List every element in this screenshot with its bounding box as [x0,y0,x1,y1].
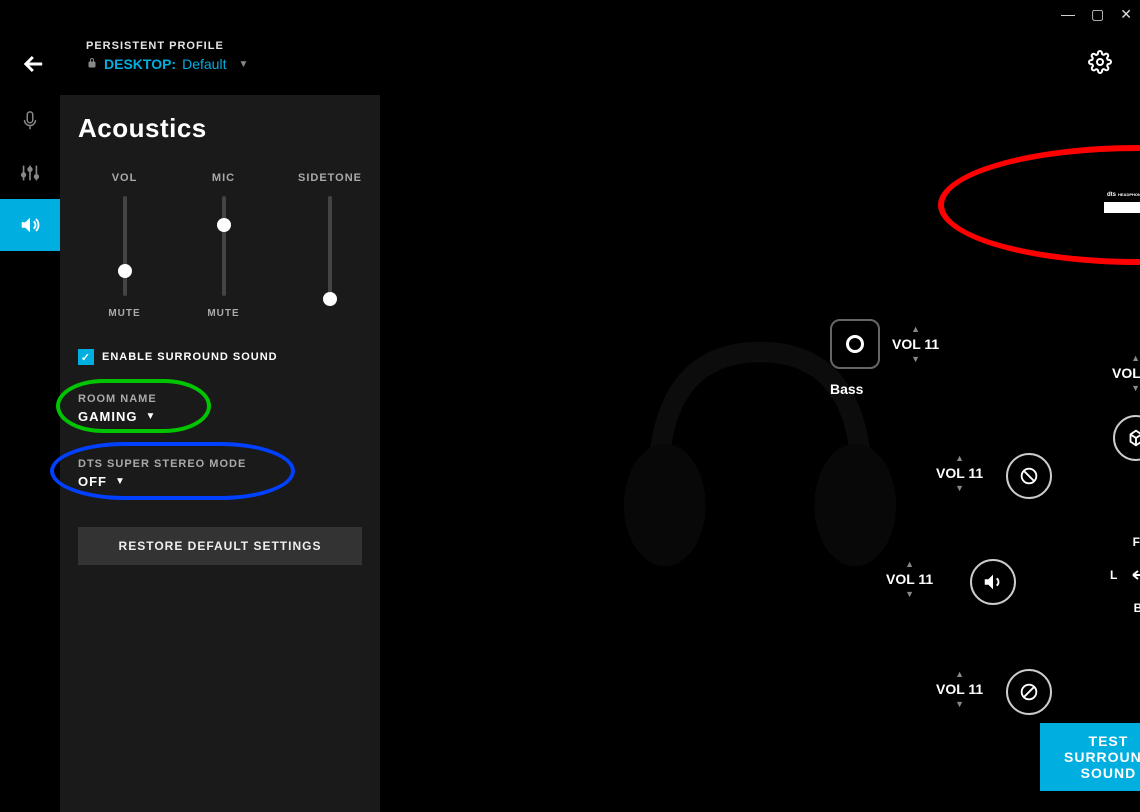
maximize-button[interactable]: ▢ [1091,6,1104,23]
minimize-button[interactable]: — [1061,6,1075,22]
l-vol-down[interactable]: ▼ [905,589,914,599]
close-button[interactable]: ✕ [1120,6,1132,23]
annotation-blue-ellipse [50,442,295,500]
desktop-label: DESKTOP: [104,56,176,72]
bass-label: Bass [830,381,863,397]
nav-microphone[interactable] [0,95,60,147]
profile-dropdown[interactable]: DESKTOP: Default ▼ [86,56,248,72]
center-vol-down[interactable]: ▼ [1131,383,1140,393]
mute-label-mic: MUTE [207,308,239,319]
compass-left-label: L [1110,568,1117,582]
profile-label: PERSISTENT PROFILE [86,40,248,52]
compass-back-label: Back [1134,601,1140,615]
slider-label-vol: VOL [112,172,138,184]
l-vol-label: VOL 11 [886,571,933,587]
desktop-value: Default [182,56,226,72]
chevron-down-icon: ▼ [115,476,126,487]
dts-mode-label: DTS SUPER STEREO MODE [78,458,362,470]
lock-icon [86,57,98,72]
rl-vol-up[interactable]: ▲ [955,669,964,679]
center-vol-label: VOL 11 [1112,365,1140,381]
compass-arrows-icon [1127,555,1140,595]
chevron-down-icon: ▼ [145,411,156,422]
bass-channel-button[interactable] [830,319,880,369]
orientation-compass: Front L R Back [1110,535,1140,615]
fl-vol-up[interactable]: ▲ [955,453,964,463]
back-button[interactable] [20,50,48,85]
nav-acoustics[interactable] [0,199,60,251]
rear-left-channel-button[interactable] [1006,669,1052,715]
dts-mode-dropdown[interactable]: OFF ▼ [78,474,362,489]
fl-vol-label: VOL 11 [936,465,983,481]
sidetone-slider[interactable] [328,196,332,296]
surround-label: ENABLE SURROUND SOUND [102,351,278,363]
center-vol-up[interactable]: ▲ [1131,353,1140,363]
front-left-channel-button[interactable] [1006,453,1052,499]
restore-defaults-button[interactable]: RESTORE DEFAULT SETTINGS [78,527,362,565]
bass-vol-up[interactable]: ▲ [911,324,920,334]
bass-vol-down[interactable]: ▼ [911,354,920,364]
center-channel-button[interactable] [1113,415,1140,461]
compass-front-label: Front [1133,535,1140,549]
l-vol-up[interactable]: ▲ [905,559,914,569]
rl-vol-down[interactable]: ▼ [955,699,964,709]
slider-label-mic: MIC [212,172,235,184]
mute-label-vol: MUTE [108,308,140,319]
bass-vol-label: VOL 11 [892,336,939,352]
room-name-dropdown[interactable]: GAMING ▼ [78,409,362,424]
slider-label-sidetone: SIDETONE [298,172,362,184]
panel-title: Acoustics [78,113,362,144]
nav-equalizer[interactable] [0,147,60,199]
annotation-green-ellipse [56,379,211,433]
settings-button[interactable] [1088,50,1112,80]
dts-headphone-badge: dts HEADPHONE: X 2.0 [1104,187,1140,213]
chevron-down-icon: ▼ [238,59,248,70]
left-channel-button[interactable] [970,559,1016,605]
fl-vol-down[interactable]: ▼ [955,483,964,493]
surround-checkbox[interactable]: ✓ [78,349,94,365]
test-surround-button[interactable]: TEST SURROUND SOUND [1040,723,1140,791]
volume-slider[interactable] [123,196,127,296]
rl-vol-label: VOL 11 [936,681,983,697]
mic-slider[interactable] [222,196,226,296]
room-name-label: ROOM NAME [78,393,362,405]
